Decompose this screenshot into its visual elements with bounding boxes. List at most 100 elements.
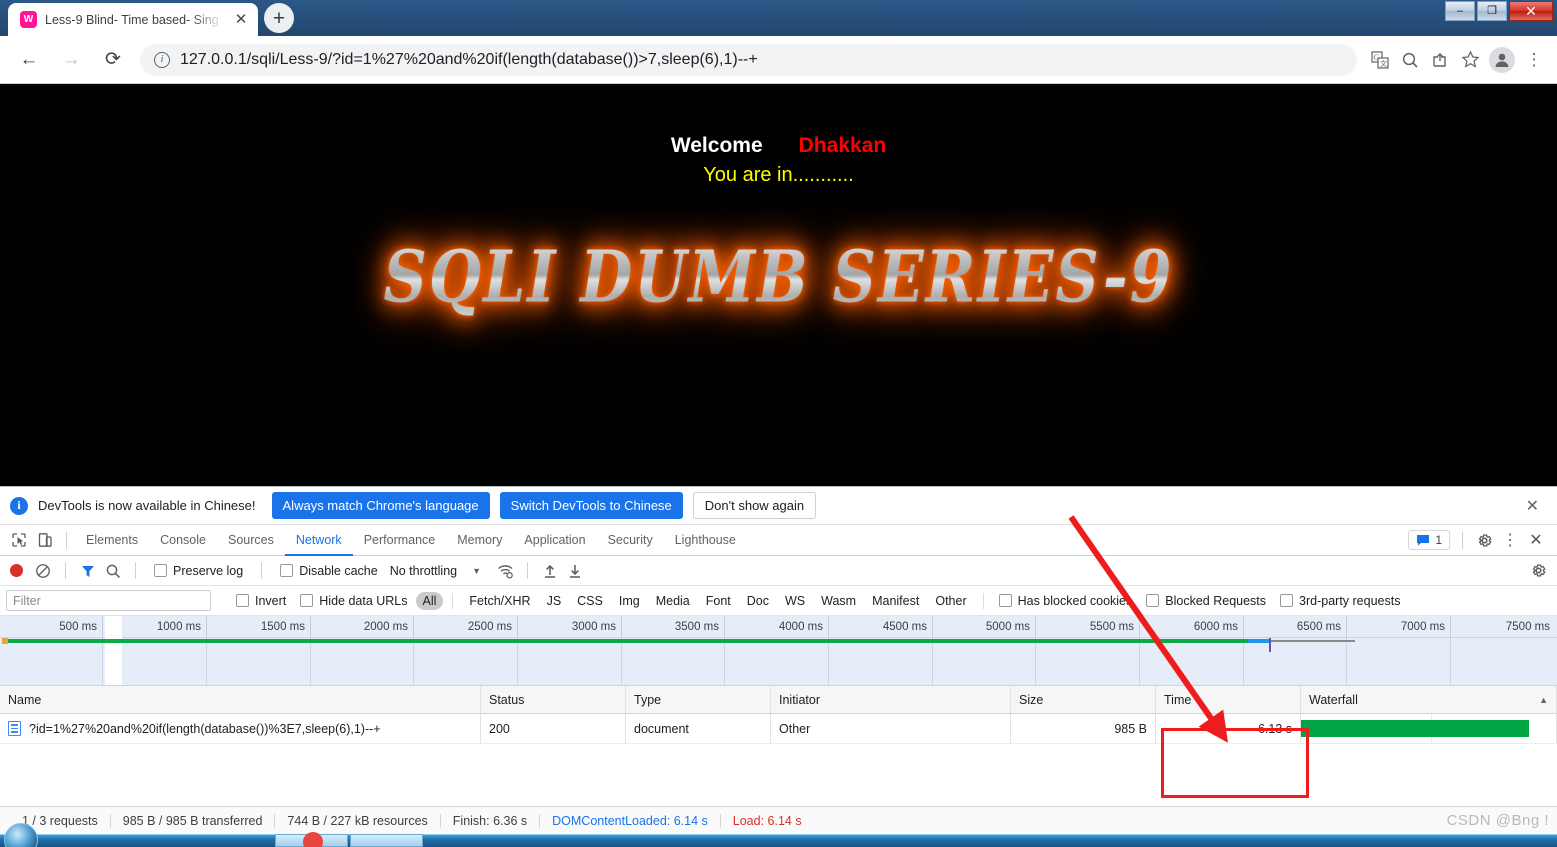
column-header-name[interactable]: Name [0,686,481,713]
address-bar[interactable]: i 127.0.0.1/sqli/Less-9/?id=1%27%20and%2… [140,43,1357,76]
ruler-tick: 6500 ms [1244,616,1347,638]
network-settings-gear-icon[interactable] [1527,560,1549,582]
banner-wrap: SQLI DUMB SERIES-9 [0,237,1557,320]
tab-console[interactable]: Console [149,525,217,556]
avatar-icon[interactable] [1489,46,1515,73]
checkbox-box[interactable] [1146,594,1160,607]
network-conditions-icon[interactable] [494,560,516,582]
tab-lighthouse[interactable]: Lighthouse [664,525,747,556]
tab-performance[interactable]: Performance [353,525,447,556]
browser-window: W Less-9 Blind- Time based- Sing ✕ + – ❐… [0,0,1557,847]
record-icon[interactable] [10,564,23,577]
back-arrow-icon[interactable]: ← [13,44,45,76]
cell-type: document [626,714,771,743]
chrome-taskbar-icon[interactable] [303,832,323,847]
preserve-log-checkbox[interactable]: Preserve log [154,564,243,578]
filter-type-all[interactable]: All [415,591,444,610]
invert-checkbox[interactable]: Invert [236,594,286,608]
reload-icon[interactable]: ⟳ [97,44,129,76]
filter-type-manifest[interactable]: Manifest [865,592,926,610]
always-match-language-button[interactable]: Always match Chrome's language [271,492,490,519]
checkbox-box[interactable] [154,564,167,577]
table-row[interactable]: ?id=1%27%20and%20if(length(database())%3… [0,714,1557,744]
filter-type-doc[interactable]: Doc [740,592,776,610]
cell-name[interactable]: ?id=1%27%20and%20if(length(database())%3… [0,714,481,743]
column-header-size[interactable]: Size [1011,686,1156,713]
message-count-badge[interactable]: 1 [1408,530,1450,550]
clear-icon[interactable] [32,560,54,582]
cell-size: 985 B [1011,714,1156,743]
filter-type-ws[interactable]: WS [778,592,812,610]
overview-body[interactable] [0,616,1557,685]
browser-tab[interactable]: W Less-9 Blind- Time based- Sing ✕ [8,3,258,36]
export-har-icon[interactable] [564,560,586,582]
search-input[interactable]: Filter [6,590,211,611]
has-blocked-cookies-checkbox[interactable]: Has blocked cookies [998,593,1133,608]
sort-arrow-icon[interactable]: ▲ [1539,695,1548,705]
checkbox-box[interactable] [280,564,294,577]
forward-arrow-icon[interactable]: → [55,44,87,76]
tab-elements[interactable]: Elements [75,525,149,556]
blocked-requests-checkbox[interactable]: Blocked Requests [1146,594,1266,608]
device-toolbar-icon[interactable] [32,527,58,553]
filter-type-wasm[interactable]: Wasm [814,592,863,610]
taskbar-item[interactable] [350,834,423,847]
overview-selection-gap[interactable] [105,616,122,685]
column-header-initiator[interactable]: Initiator [771,686,1011,713]
disable-cache-checkbox[interactable]: Disable cache [280,564,378,578]
inspect-element-icon[interactable] [6,527,32,553]
column-header-waterfall[interactable]: Waterfall ▲ [1301,686,1557,713]
divider [135,562,136,579]
kebab-menu-icon[interactable]: ⋮ [1497,527,1523,553]
filter-type-css[interactable]: CSS [570,592,610,610]
close-window-button[interactable]: ✕ [1509,1,1553,21]
tab-application[interactable]: Application [513,525,596,556]
close-icon[interactable]: ✕ [232,11,250,29]
translate-icon[interactable]: G 文 [1365,45,1395,75]
tab-network[interactable]: Network [285,525,353,556]
third-party-requests-checkbox[interactable]: 3rd-party requests [1280,594,1400,608]
tab-security[interactable]: Security [597,525,664,556]
share-icon[interactable] [1425,45,1455,75]
tab-memory[interactable]: Memory [446,525,513,556]
column-header-status[interactable]: Status [481,686,626,713]
filter-type-font[interactable]: Font [699,592,738,610]
divider [982,592,984,609]
gear-icon[interactable] [1471,527,1497,553]
filter-type-img[interactable]: Img [612,592,647,610]
tab-sources[interactable]: Sources [217,525,285,556]
star-icon[interactable] [1455,45,1485,75]
checkbox-box[interactable] [1280,594,1294,607]
dont-show-again-button[interactable]: Don't show again [692,492,817,519]
network-filter-bar: Filter Invert Hide data URLs All Fetch/X… [0,586,1557,616]
minimize-button[interactable]: – [1445,1,1475,21]
filter-type-js[interactable]: JS [540,592,569,610]
new-tab-button[interactable]: + [264,3,294,33]
ruler-tick: 2500 ms [414,616,518,638]
checkbox-box[interactable] [300,594,314,607]
filter-type-fetch-xhr[interactable]: Fetch/XHR [462,592,537,610]
search-icon[interactable] [102,560,124,582]
subtitle-text: You are in........... [703,164,854,186]
maximize-button[interactable]: ❐ [1477,1,1507,21]
column-header-time[interactable]: Time [1156,686,1301,713]
hide-data-urls-checkbox[interactable]: Hide data URLs [300,594,408,608]
zoom-out-icon[interactable] [1395,45,1425,75]
checkbox-box[interactable] [236,594,249,607]
info-circle-icon[interactable]: i [154,51,170,68]
column-header-type[interactable]: Type [626,686,771,713]
chevron-down-icon[interactable]: ▼ [472,566,481,576]
has-blocked-cookies-label: Has blocked cookies [1017,593,1133,608]
close-devtools-icon[interactable]: ✕ [1523,527,1549,553]
network-overview[interactable]: 500 ms 1000 ms 1500 ms 2000 ms 2500 ms 3… [0,616,1557,686]
filter-type-media[interactable]: Media [649,592,697,610]
close-icon[interactable]: ✕ [1518,496,1547,516]
checkbox-box[interactable] [998,594,1012,607]
throttling-select[interactable]: No throttling [390,564,457,578]
switch-devtools-language-button[interactable]: Switch DevTools to Chinese [499,492,683,519]
kebab-menu-icon[interactable]: ⋮ [1519,45,1549,75]
tab-strip: W Less-9 Blind- Time based- Sing ✕ + [0,0,294,36]
import-har-icon[interactable] [539,560,561,582]
filter-icon[interactable] [77,560,99,582]
filter-type-other[interactable]: Other [928,592,973,610]
